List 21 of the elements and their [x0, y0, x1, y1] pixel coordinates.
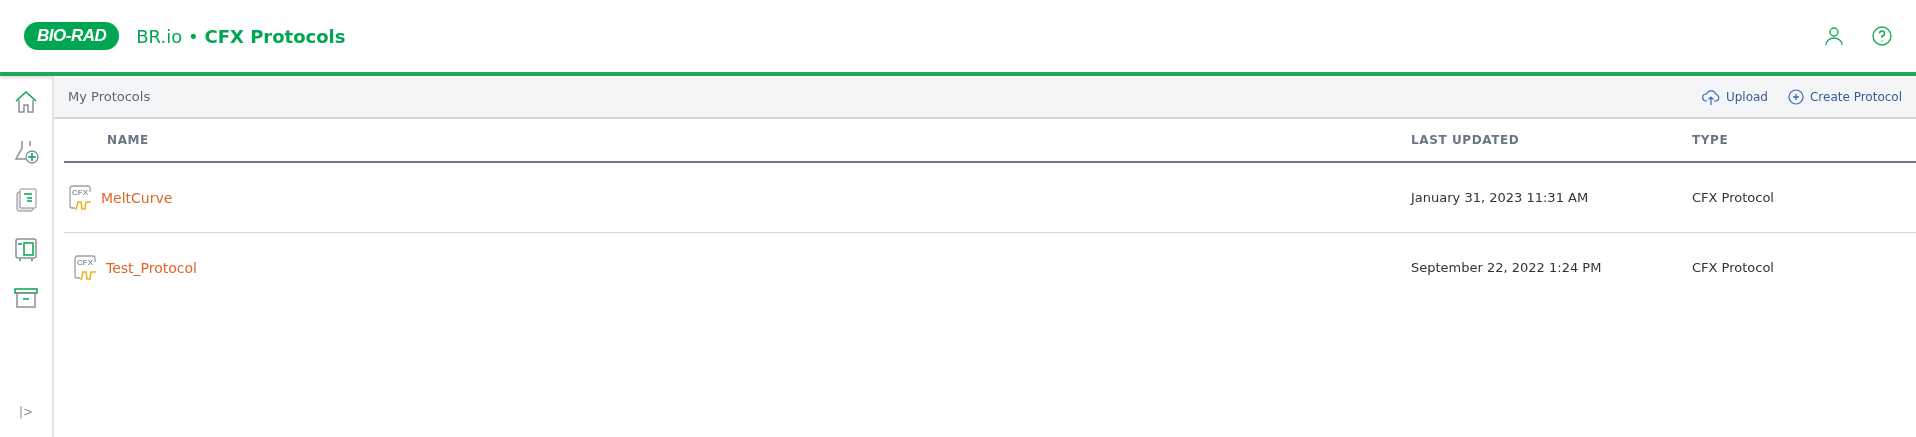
expand-toggle[interactable]: |> — [18, 405, 34, 419]
column-header: NAME — [107, 133, 149, 147]
user-icon[interactable] — [1824, 26, 1844, 46]
table-cell-text: January 31, 2023 11:31 AM — [1411, 190, 1590, 205]
table-cell-text: CFX Protocol — [1692, 260, 1775, 275]
instrument-icon[interactable] — [12, 235, 40, 263]
protocol-link[interactable]: Test_Protocol — [106, 259, 197, 276]
create-protocol-button[interactable]: Create Protocol — [1787, 88, 1902, 105]
protocol-link[interactable]: MeltCurve — [101, 189, 173, 206]
table-cell-text: September 22, 2022 1:24 PM — [1411, 260, 1603, 275]
cloud-upload-icon — [1701, 87, 1720, 106]
breadcrumb: My Protocols — [68, 89, 151, 104]
column-header: TYPE — [1692, 133, 1729, 147]
table-cell-text: CFX Protocol — [1692, 190, 1775, 205]
help-icon[interactable] — [1872, 26, 1892, 46]
column-header: LAST UPDATED — [1411, 133, 1520, 147]
upload-button[interactable]: Upload — [1701, 87, 1768, 106]
app-name: BR.io • — [136, 25, 199, 47]
page-title: CFX Protocols — [204, 25, 346, 47]
logo: BIO-RAD — [24, 22, 120, 50]
plus-circle-icon — [1787, 88, 1804, 105]
